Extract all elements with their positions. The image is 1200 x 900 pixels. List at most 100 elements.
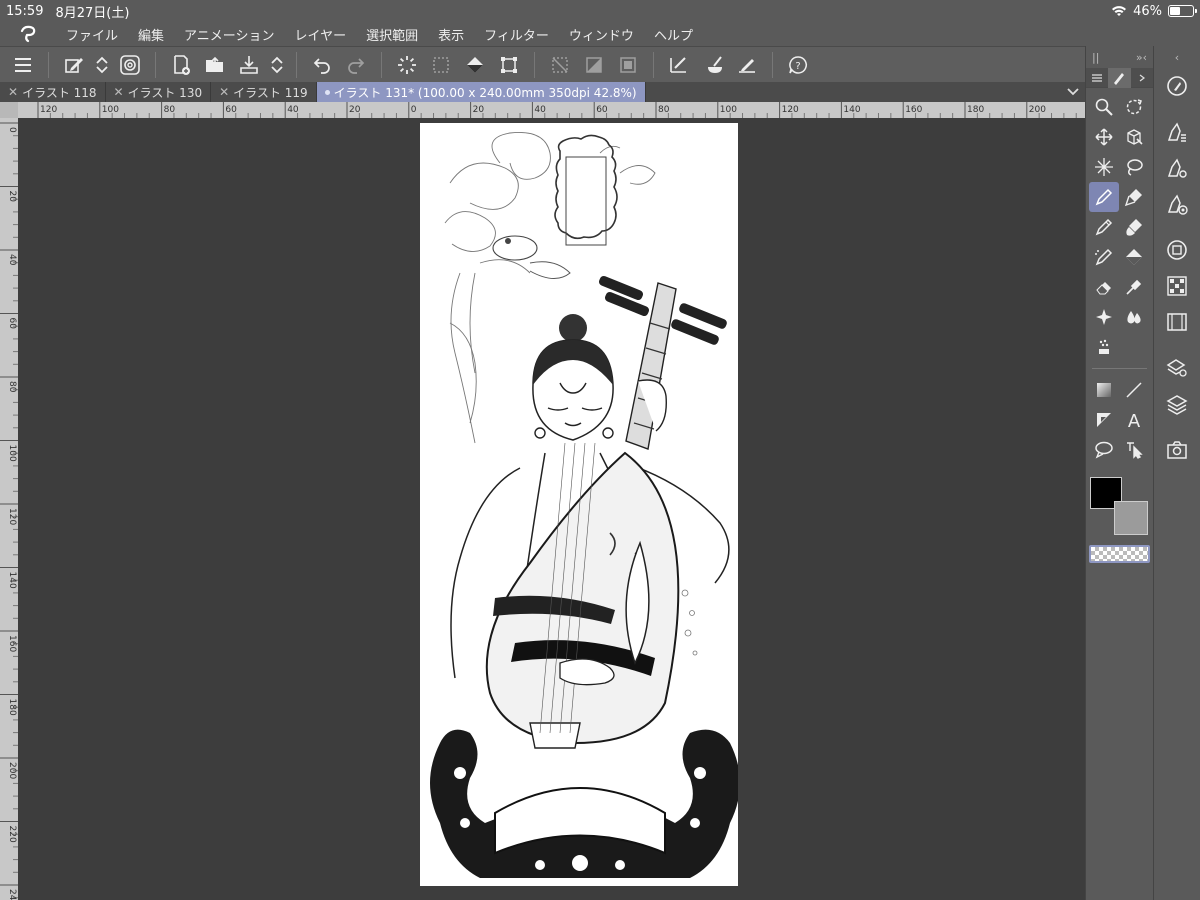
horizontal-ruler[interactable]: 120 100 80 60 40 20 0 20 40 60 80 100 120 140 160 180 20… <box>18 102 1085 118</box>
brush-icon[interactable] <box>696 50 730 80</box>
tab-label: イラスト 130 <box>127 85 203 100</box>
app-window: 15:59 8月27日(土) 46% ファイル 編集 アニメーション レイヤー … <box>0 0 1200 900</box>
updown-icon[interactable] <box>91 50 113 80</box>
tab-tool-icon[interactable] <box>1108 67 1131 88</box>
help-icon[interactable]: ? <box>781 50 815 80</box>
ruler-label: 40 <box>7 254 17 266</box>
film-icon[interactable] <box>1157 304 1197 340</box>
layer-property-icon[interactable] <box>1157 350 1197 386</box>
copilot-icon[interactable] <box>1157 68 1197 104</box>
water-icon[interactable] <box>1119 302 1149 332</box>
balloon-icon[interactable] <box>1089 435 1119 465</box>
sub-color-swatch[interactable] <box>1114 501 1148 535</box>
transparent-color-swatch[interactable] <box>1089 545 1150 563</box>
tab-illust-118[interactable]: ✕ イラスト 118 <box>0 82 106 102</box>
selection-icon[interactable] <box>424 50 458 80</box>
pen-icon[interactable] <box>730 50 764 80</box>
crop-icon[interactable] <box>611 50 645 80</box>
vertical-ruler[interactable]: 0 20 40 60 80 100 120 140 160 180 200 220 240 <box>0 118 18 900</box>
open-folder-icon[interactable] <box>198 50 232 80</box>
app-logo-icon[interactable] <box>0 25 56 43</box>
new-file-icon[interactable] <box>164 50 198 80</box>
tab-illust-130[interactable]: ✕ イラスト 130 <box>106 82 212 102</box>
chevron-down-icon[interactable] <box>1061 87 1085 97</box>
menu-help[interactable]: ヘルプ <box>644 25 703 44</box>
status-time: 15:59 <box>6 3 44 19</box>
deselect-icon[interactable] <box>543 50 577 80</box>
command-bar: ‹ <box>1153 46 1200 900</box>
pen-target-icon[interactable] <box>1157 186 1197 222</box>
move-icon[interactable] <box>1089 122 1119 152</box>
menu-layer[interactable]: レイヤー <box>285 25 357 44</box>
edit-icon[interactable] <box>57 50 91 80</box>
rotate-icon[interactable] <box>1119 92 1149 122</box>
fill-icon[interactable] <box>1119 242 1149 272</box>
ruler-icon[interactable] <box>662 50 696 80</box>
airbrush-icon[interactable] <box>1089 242 1119 272</box>
line-icon[interactable] <box>1119 375 1149 405</box>
palette-divider <box>1092 368 1147 369</box>
decoration-icon[interactable] <box>1089 332 1119 362</box>
close-icon[interactable]: ✕ <box>219 85 229 99</box>
palette-grip-icon[interactable]: || <box>1092 51 1099 64</box>
close-icon[interactable]: ✕ <box>8 85 18 99</box>
pencil-icon[interactable] <box>1089 212 1119 242</box>
pen-gear-icon[interactable] <box>1157 150 1197 186</box>
fill-icon[interactable] <box>458 50 492 80</box>
menu-filter[interactable]: フィルター <box>474 25 559 44</box>
cmdbar-collapse-icon[interactable]: ‹ <box>1154 46 1200 68</box>
menu-selection[interactable]: 選択範囲 <box>356 25 428 44</box>
status-date: 8月27日(土) <box>55 5 130 21</box>
ruler-label: 20 <box>473 105 485 115</box>
canvas-paper[interactable] <box>420 123 740 886</box>
toolbar-divider <box>772 51 773 78</box>
toolbar-divider <box>296 51 297 78</box>
object-icon[interactable] <box>1119 122 1149 152</box>
spinner-icon[interactable] <box>390 50 424 80</box>
gradient-icon[interactable] <box>1089 375 1119 405</box>
ruler-label: 20 <box>7 191 17 203</box>
brush-icon[interactable] <box>1119 212 1149 242</box>
marker-icon[interactable] <box>1119 182 1149 212</box>
undo-icon[interactable] <box>305 50 339 80</box>
canvas-area[interactable] <box>18 118 1085 900</box>
eyedropper-icon[interactable] <box>1119 272 1149 302</box>
figure-icon[interactable] <box>1089 405 1119 435</box>
menu-icon[interactable] <box>6 50 40 80</box>
blend-icon[interactable] <box>1089 302 1119 332</box>
color-wheel-icon[interactable] <box>1157 232 1197 268</box>
camera-icon[interactable] <box>1157 432 1197 468</box>
tab-illust-131[interactable]: イラスト 131* (100.00 x 240.00mm 350dpi 42.8… <box>316 82 646 102</box>
menu-edit[interactable]: 編集 <box>128 25 174 44</box>
tab-illust-119[interactable]: ✕ イラスト 119 <box>211 82 317 102</box>
operation-icon[interactable] <box>1119 435 1149 465</box>
save-icon[interactable] <box>232 50 266 80</box>
menu-window[interactable]: ウィンドウ <box>559 25 644 44</box>
menu-animation[interactable]: アニメーション <box>174 25 284 44</box>
redo-icon[interactable] <box>339 50 373 80</box>
zoom-icon[interactable] <box>1089 92 1119 122</box>
status-bar: 15:59 8月27日(土) 46% <box>0 0 1200 22</box>
sparkle-icon[interactable] <box>1089 152 1119 182</box>
pen-settings-icon[interactable] <box>1157 114 1197 150</box>
layers-icon[interactable] <box>1157 386 1197 422</box>
invert-icon[interactable] <box>577 50 611 80</box>
text-icon[interactable]: A <box>1119 405 1149 435</box>
eraser-icon[interactable] <box>1089 272 1119 302</box>
lasso-icon[interactable] <box>1119 152 1149 182</box>
grid-palette-icon[interactable] <box>1157 268 1197 304</box>
wifi-icon <box>1112 6 1127 16</box>
spiral-icon[interactable] <box>113 50 147 80</box>
command-toolbar: ? <box>0 46 1085 82</box>
menu-file[interactable]: ファイル <box>56 25 128 44</box>
updown-icon[interactable] <box>266 50 288 80</box>
menu-bar: ファイル 編集 アニメーション レイヤー 選択範囲 表示 フィルター ウィンドウ… <box>0 22 1200 46</box>
transform-icon[interactable] <box>492 50 526 80</box>
palette-collapse-icon[interactable]: »‹ <box>1136 51 1147 64</box>
palette-menu-icon[interactable] <box>1086 68 1108 88</box>
pen-icon[interactable] <box>1089 182 1119 212</box>
tab-sub-tool-icon[interactable] <box>1131 68 1153 88</box>
ruler-label: 0 <box>7 127 17 133</box>
close-icon[interactable]: ✕ <box>114 85 124 99</box>
menu-view[interactable]: 表示 <box>428 25 474 44</box>
